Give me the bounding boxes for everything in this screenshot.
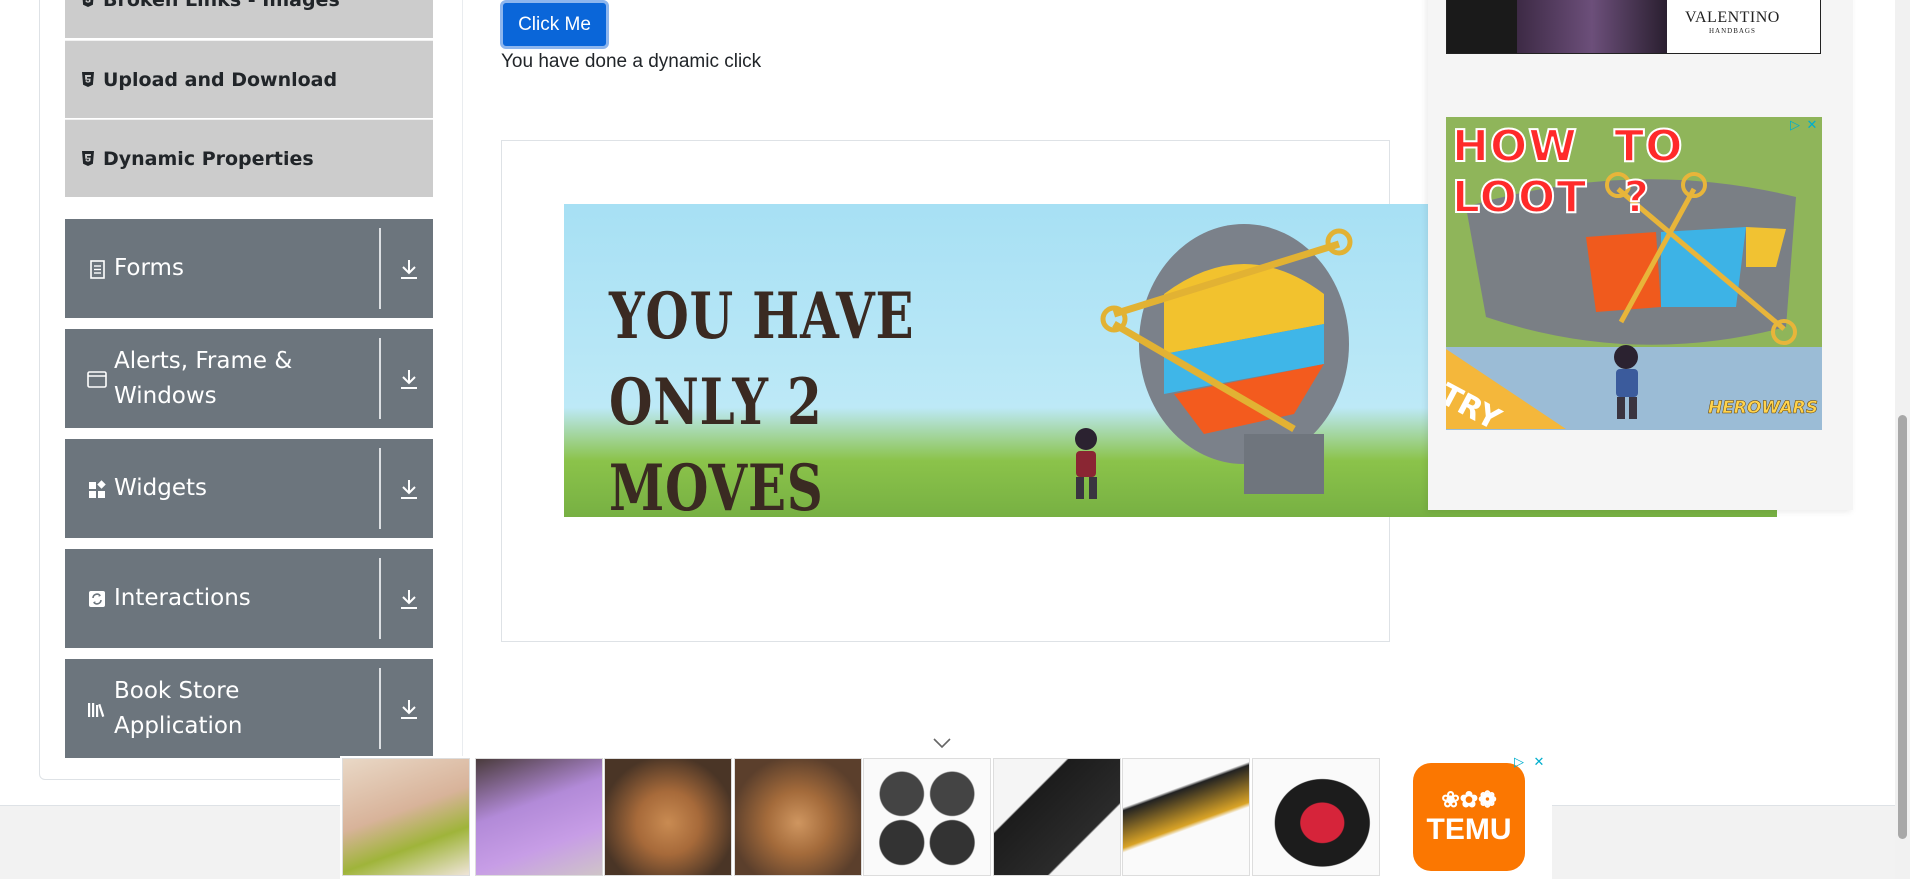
product-thumbnail[interactable] [863,758,991,876]
books-icon [88,702,105,717]
dynamic-click-message: You have done a dynamic click [501,51,762,72]
product-thumbnail[interactable] [604,758,732,876]
widgets-icon [89,479,106,498]
close-icon[interactable]: ✕ [1805,119,1819,133]
sidebar-group-alerts-frames-windows[interactable]: Alerts, Frame & Windows [65,329,433,428]
html5-icon [82,0,94,7]
temu-logo[interactable]: ❀✿❁ TEMU [1413,763,1525,871]
adchoices-icon[interactable]: ▷ [1512,756,1526,770]
close-icon[interactable]: ✕ [1532,756,1546,770]
download-icon[interactable] [398,477,420,501]
product-thumbnail[interactable] [1122,758,1250,876]
temu-glyphs: ❀✿❁ [1441,787,1497,812]
sidebar-group-label: Interactions [114,585,251,611]
sidebar-item-broken-links[interactable]: Broken Links - Images [65,0,433,38]
bottom-ad-bar[interactable]: ❀✿❁ TEMU ▷ ✕ [340,738,1552,879]
page-scrollbar[interactable] [1895,0,1910,879]
sidebar-group-label: Forms [114,255,184,281]
product-thumbnail[interactable] [342,758,470,876]
download-icon[interactable] [398,697,420,721]
window-icon [87,370,107,388]
sidebar-group-widgets[interactable]: Widgets [65,439,433,538]
product-thumbnail[interactable] [993,758,1121,876]
chevron-down-icon[interactable] [932,736,952,750]
sidebar-group-label: Widgets [114,475,207,501]
html5-icon [82,72,94,87]
divider [379,228,381,309]
download-icon[interactable] [398,587,420,611]
sidebar-group-interactions[interactable]: Interactions [65,549,433,648]
divider [379,668,381,749]
click-me-button[interactable]: Click Me [500,0,609,49]
page: Broken Links - Images Upload and Downloa… [0,0,1910,879]
sidebar-group-label: Book Store Application [114,677,243,739]
download-icon[interactable] [398,367,420,391]
product-thumbnail[interactable] [734,758,862,876]
sidebar-group-label: Alerts, Frame & Windows [114,347,293,409]
herowars-ad[interactable]: HOW TO LOOT ? TRY HEROWARS ▷ ✕ [1446,117,1822,430]
sidebar-item-label: Upload and Download [103,68,338,91]
sidebar-group-book-store[interactable]: Book Store Application [65,659,433,758]
game-brand-logo: HEROWARS [1707,398,1819,419]
banner-headline: YOU HAVE ONLY 2 MOVES [609,279,915,517]
ad-image [1517,0,1667,53]
scrollbar-thumb[interactable] [1898,415,1907,839]
handbag-brand: VALENTINO HANDBAGS [1685,9,1780,35]
sidebar-item-dynamic-properties[interactable]: Dynamic Properties [65,119,433,197]
divider [379,338,381,419]
hero-character-image [1075,428,1097,499]
divider [379,448,381,529]
html5-icon [82,151,94,166]
sidebar-group-forms[interactable]: Forms [65,219,433,318]
skull-puzzle-image [1100,224,1353,494]
divider [462,0,463,760]
form-icon [90,259,105,279]
divider [379,558,381,639]
sidebar-item-upload-download[interactable]: Upload and Download [65,40,433,118]
product-thumbnail[interactable] [1252,758,1380,876]
download-icon[interactable] [398,257,420,281]
ad-image [1447,0,1517,53]
product-thumbnail[interactable] [475,758,603,876]
game-headline: HOW TO LOOT ? [1451,120,1684,224]
sidebar-item-label: Dynamic Properties [103,147,314,170]
adchoices-icon[interactable]: ▷ [1788,119,1802,133]
interactions-icon [89,590,105,607]
handbag-ad[interactable]: VALENTINO HANDBAGS [1446,0,1821,54]
sidebar-item-label: Broken Links - Images [103,0,340,11]
temu-brand: TEMU [1426,813,1512,846]
